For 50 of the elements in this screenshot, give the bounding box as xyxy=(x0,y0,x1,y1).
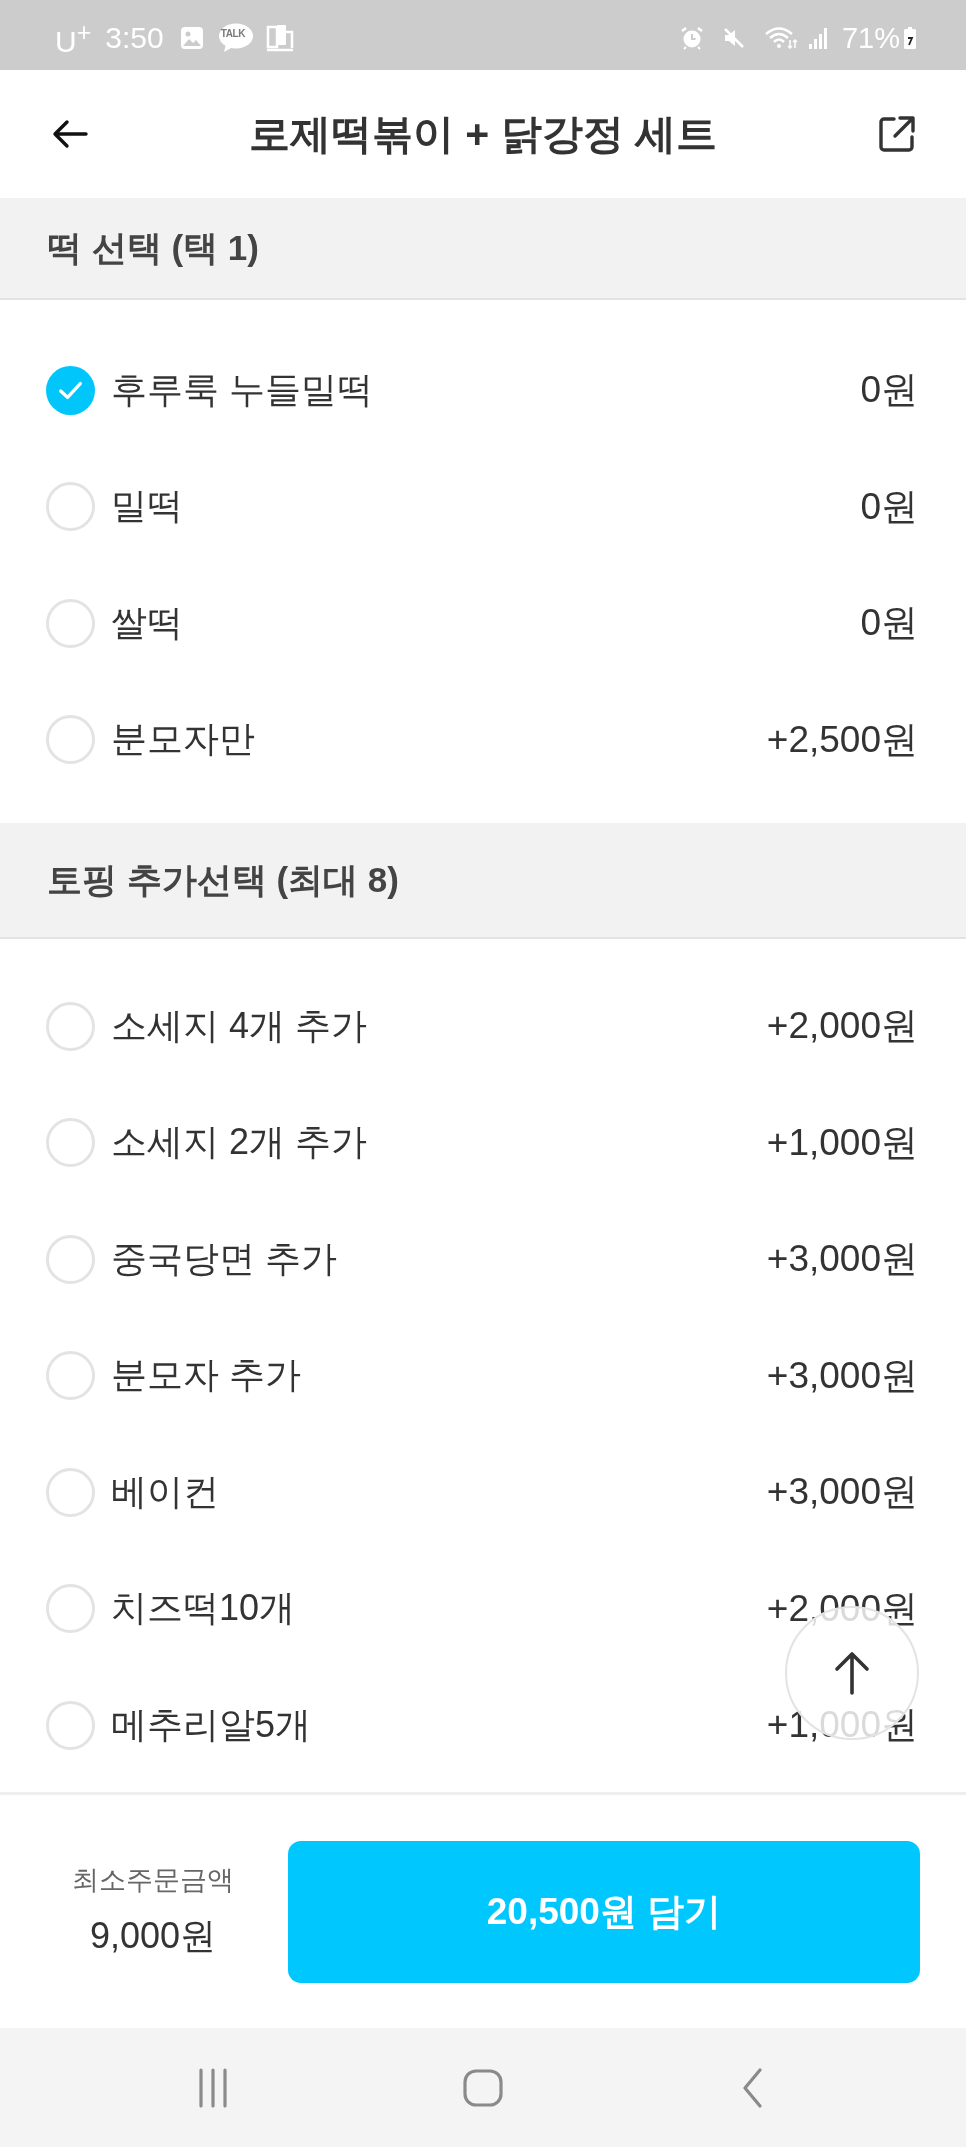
option-label[interactable]: 메추리알5개 xyxy=(111,1700,312,1750)
option-label[interactable]: 쌀떡 xyxy=(111,598,183,648)
back-arrow-icon[interactable] xyxy=(52,119,88,149)
device-icon xyxy=(265,24,294,52)
option-price: 0원 xyxy=(860,601,918,646)
option-price: +2,000원 xyxy=(766,1004,918,1049)
section-title: 토핑 추가선택 (최대 8) xyxy=(47,858,399,901)
option-price: +2,500원 xyxy=(766,717,918,762)
empty-circle-icon[interactable] xyxy=(46,1118,95,1168)
option-label[interactable]: 밀떡 xyxy=(111,482,183,532)
talk-label: TALK xyxy=(220,28,245,40)
empty-circle-icon[interactable] xyxy=(46,1467,95,1517)
empty-circle-icon[interactable] xyxy=(46,1351,95,1401)
option-price: 0원 xyxy=(860,484,918,529)
empty-circle-icon[interactable] xyxy=(46,1584,95,1634)
empty-circle-icon[interactable] xyxy=(46,715,95,765)
option-price: +3,000원 xyxy=(766,1353,918,1398)
option-label[interactable]: 베이컨 xyxy=(111,1467,219,1517)
image-icon xyxy=(179,26,204,50)
min-order-amount: 9,000원 xyxy=(89,1914,217,1958)
mute-icon xyxy=(721,26,746,50)
min-order-label: 최소주문금액 xyxy=(72,1864,234,1897)
option-price: +3,000원 xyxy=(766,1470,918,1515)
option-label[interactable]: 소세지 2개 추가 xyxy=(111,1118,368,1168)
option-label[interactable]: 후루룩 누들밀떡 xyxy=(111,365,373,415)
option-label[interactable]: 중국당면 추가 xyxy=(111,1234,337,1284)
option-label[interactable]: 분모자만 xyxy=(111,715,255,765)
up-arrow-icon xyxy=(832,1651,872,1695)
option-price: +1,000원 xyxy=(766,1120,918,1165)
option-label[interactable]: 소세지 4개 추가 xyxy=(111,1001,368,1051)
chat-bubble-icon xyxy=(217,23,254,53)
signal-icon xyxy=(807,26,828,50)
option-price: +3,000원 xyxy=(766,1237,918,1282)
option-label[interactable]: 분모자 추가 xyxy=(111,1351,301,1401)
option-label[interactable]: 치즈떡10개 xyxy=(111,1584,296,1634)
alarm-clock-icon xyxy=(679,26,704,50)
section-title: 떡 선택 (택 1) xyxy=(47,226,259,269)
option-price: +2,000원 xyxy=(766,1586,918,1631)
empty-circle-icon[interactable] xyxy=(46,1001,95,1051)
empty-circle-icon[interactable] xyxy=(46,482,95,532)
home-icon[interactable] xyxy=(463,2067,503,2108)
option-price: 0원 xyxy=(860,368,918,413)
wifi-icon xyxy=(763,26,798,50)
empty-circle-icon[interactable] xyxy=(46,1234,95,1284)
battery-charging-icon xyxy=(904,27,916,49)
share-icon[interactable] xyxy=(878,115,916,153)
checked-circle-icon[interactable] xyxy=(46,365,95,415)
empty-circle-icon[interactable] xyxy=(46,598,95,648)
empty-circle-icon[interactable] xyxy=(46,1700,95,1750)
page-title: 로제떡볶이 + 닭강정 세트 xyxy=(248,109,718,159)
